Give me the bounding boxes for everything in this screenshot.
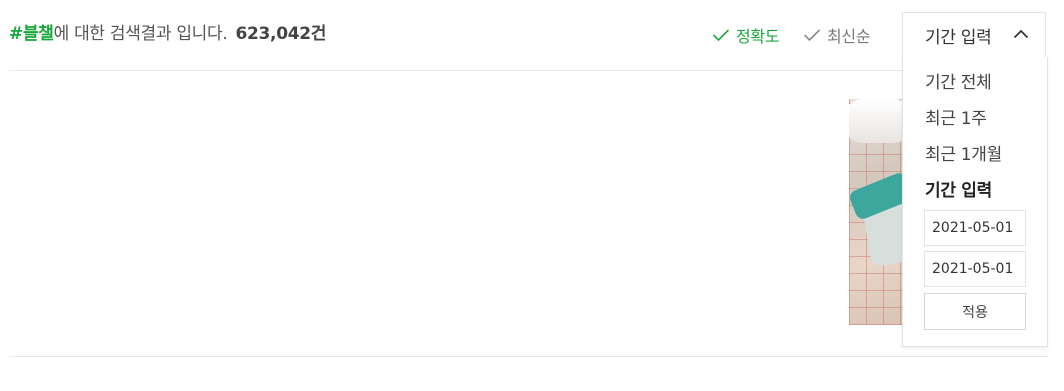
post-thumbnail[interactable]: [849, 99, 902, 325]
period-dropdown-menu: 기간 전체 최근 1주 최근 1개월 기간 입력 적용: [902, 57, 1048, 347]
search-result-summary: #블챌에 대한 검색결과 입니다. 623,042건: [9, 22, 326, 46]
end-date-input[interactable]: [924, 251, 1026, 287]
check-icon: [803, 29, 821, 42]
search-hashtag[interactable]: #블챌: [9, 24, 54, 44]
check-icon: [712, 29, 730, 42]
divider-bottom: [9, 356, 1048, 357]
period-filter-button[interactable]: 기간 입력: [902, 12, 1046, 58]
result-count: 623,042건: [235, 24, 327, 44]
period-option-custom[interactable]: 기간 입력: [925, 179, 992, 203]
sort-accuracy-label: 정확도: [736, 27, 780, 46]
divider-top: [9, 70, 902, 71]
period-filter-label: 기간 입력: [925, 28, 992, 48]
search-result-text: 에 대한 검색결과 입니다.: [53, 24, 228, 44]
chevron-up-icon: [1013, 29, 1029, 39]
start-date-input[interactable]: [924, 210, 1026, 246]
period-option-1week[interactable]: 최근 1주: [925, 107, 987, 131]
sort-accuracy-option[interactable]: 정확도: [712, 22, 780, 48]
apply-button[interactable]: 적용: [924, 293, 1026, 330]
sort-latest-label: 최신순: [827, 27, 871, 46]
sort-latest-option[interactable]: 최신순: [803, 22, 871, 48]
period-option-1month[interactable]: 최근 1개월: [925, 143, 1002, 167]
period-option-all[interactable]: 기간 전체: [925, 71, 992, 95]
